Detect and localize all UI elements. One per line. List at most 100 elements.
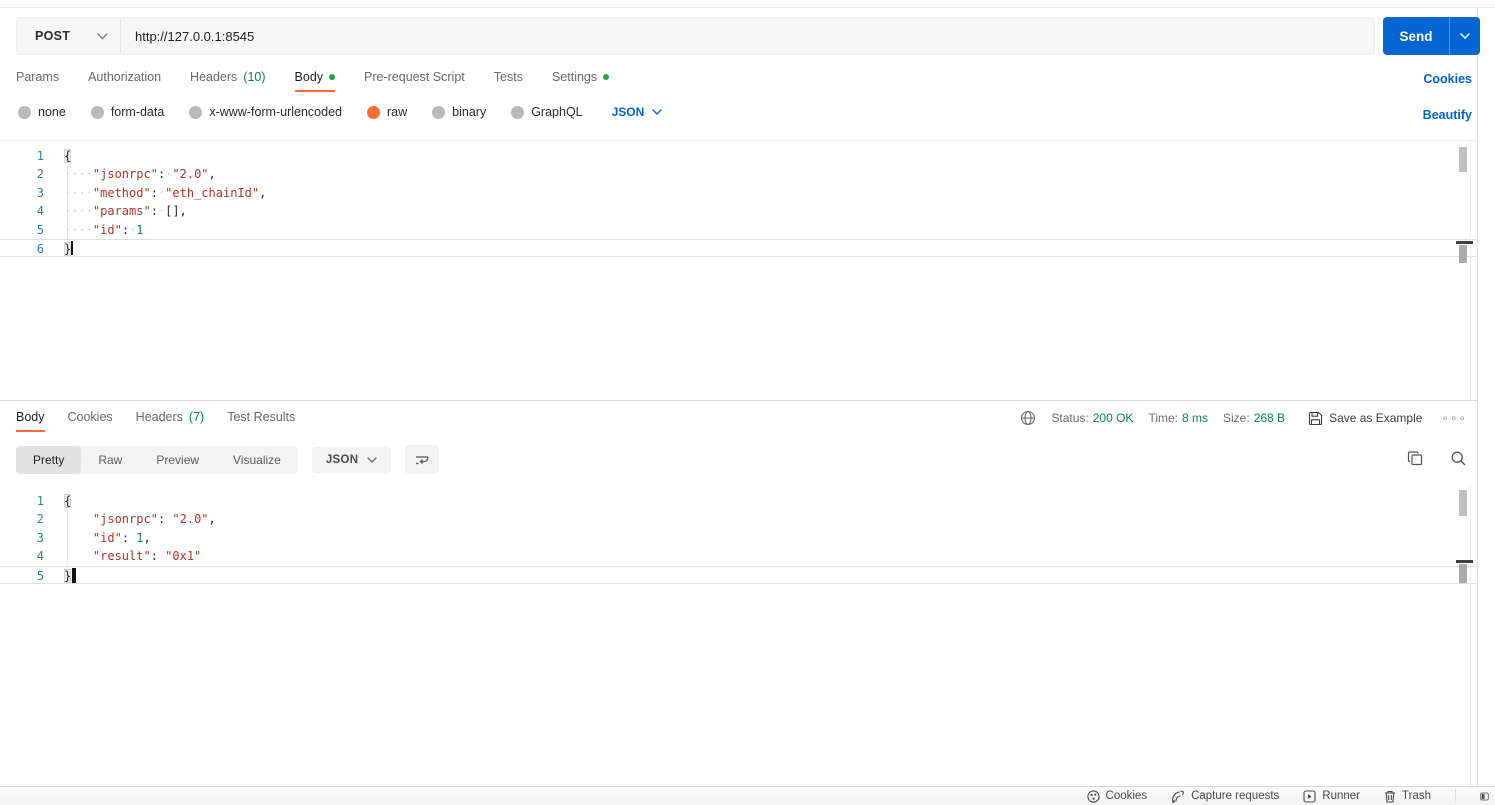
scrollbar-thumb[interactable] [1459, 147, 1467, 172]
code-line[interactable]: 5} [0, 565, 1477, 584]
tab-tests[interactable]: Tests [494, 70, 523, 92]
code-line[interactable]: 5 ····"id":·1 [0, 220, 1477, 240]
mode-none[interactable]: none [18, 105, 66, 119]
tab-test-results[interactable]: Test Results [227, 410, 295, 432]
view-raw[interactable]: Raw [81, 446, 139, 474]
globe-icon[interactable] [1020, 410, 1036, 426]
line-marker [1459, 564, 1467, 583]
save-as-example-button[interactable]: Save as Example [1308, 411, 1422, 426]
top-divider [0, 0, 1495, 8]
code-line[interactable]: 4 ····"params":·[], [0, 202, 1477, 221]
wrap-text-icon [414, 453, 430, 467]
code-line[interactable]: 2 ····"jsonrpc":·"2.0", [0, 165, 1477, 185]
postman-request-view: POST http://127.0.0.1:8545 Send Params A… [0, 0, 1495, 805]
save-icon [1308, 411, 1323, 426]
time-badge[interactable]: Time: 8 ms [1148, 411, 1208, 425]
line-marker [1459, 245, 1467, 263]
size-badge[interactable]: Size: 268 B [1223, 411, 1285, 425]
editor-edge [1470, 486, 1471, 786]
status-bar: Cookies Capture requests Runner Trash [0, 786, 1495, 805]
line-number: 2 [36, 512, 44, 527]
body-language-select[interactable]: JSON [612, 105, 663, 119]
response-meta: Status: 200 OK Time: 8 ms Size: 268 B Sa… [1020, 410, 1467, 426]
tab-settings[interactable]: Settings [552, 70, 610, 92]
status-badge[interactable]: Status: 200 OK [1051, 411, 1133, 425]
send-options-button[interactable] [1449, 17, 1480, 55]
cursor-marker [1456, 560, 1473, 563]
code-line[interactable]: 3 "id": 1, [0, 528, 1477, 548]
code-line[interactable]: 3 ····"method":·"eth_chainId", [0, 183, 1477, 203]
radio-icon [90, 105, 104, 119]
send-button[interactable]: Send [1383, 17, 1480, 55]
line-number: 4 [36, 204, 44, 219]
tab-response-headers[interactable]: Headers (7) [136, 410, 205, 432]
text-cursor [71, 240, 73, 255]
scrollbar-thumb[interactable] [1459, 490, 1467, 516]
radio-icon [511, 105, 525, 119]
response-view-controls: Pretty Raw Preview Visualize JSON [16, 445, 440, 474]
mode-graphql[interactable]: GraphQL [511, 105, 583, 119]
method-label: POST [35, 29, 71, 43]
response-view-tabs: Pretty Raw Preview Visualize [16, 445, 298, 474]
mode-raw[interactable]: raw [367, 105, 407, 119]
radio-icon [432, 105, 446, 119]
mode-binary[interactable]: binary [432, 105, 486, 119]
statusbar-divider [1455, 789, 1456, 803]
trash-button[interactable]: Trash [1384, 790, 1431, 803]
mode-x-www-form-urlencoded[interactable]: x-www-form-urlencoded [189, 105, 342, 119]
response-body-viewer[interactable]: 1{2 "jsonrpc": "2.0", 3 "id": 1, 4 "result… [0, 486, 1477, 786]
line-number: 5 [36, 222, 44, 237]
chevron-down-icon [1460, 33, 1470, 39]
tab-response-body[interactable]: Body [16, 410, 45, 432]
statusbar-cookies-button[interactable]: Cookies [1086, 789, 1147, 803]
copy-response-button[interactable] [1407, 450, 1424, 467]
clipped-panel-icon[interactable] [1480, 790, 1489, 803]
view-visualize[interactable]: Visualize [216, 446, 298, 474]
request-body-editor[interactable]: 1{2 ····"jsonrpc":·"2.0", 3 ····"method":·"… [0, 140, 1477, 400]
wrap-text-button[interactable] [405, 445, 440, 474]
url-bar: POST http://127.0.0.1:8545 [16, 17, 1375, 55]
runner-button[interactable]: Runner [1303, 789, 1360, 803]
chevron-down-icon [97, 32, 108, 40]
search-response-button[interactable] [1450, 450, 1467, 467]
method-select[interactable]: POST [17, 18, 121, 54]
text-cursor [72, 567, 77, 583]
capture-icon [1171, 789, 1185, 803]
line-number: 6 [36, 241, 44, 256]
send-button-label[interactable]: Send [1383, 17, 1449, 55]
request-tabs: Params Authorization Headers (10) Body Pr… [16, 70, 610, 92]
code-line[interactable]: 6} [0, 238, 1477, 258]
response-headers-count: (7) [188, 410, 205, 424]
modified-dot [329, 74, 336, 80]
cookie-icon [1086, 789, 1100, 803]
cookies-link[interactable]: Cookies [1423, 72, 1472, 86]
headers-count: (10) [243, 70, 266, 84]
radio-icon [189, 105, 203, 119]
more-options-button[interactable]: ∘∘∘ [1441, 411, 1467, 425]
line-number: 1 [36, 149, 44, 163]
tab-authorization[interactable]: Authorization [88, 70, 161, 92]
code-line[interactable]: 4 "result": "0x1" [0, 547, 1477, 566]
tab-pre-request-script[interactable]: Pre-request Script [364, 70, 465, 92]
capture-requests-button[interactable]: Capture requests [1171, 789, 1279, 803]
mode-form-data[interactable]: form-data [90, 105, 164, 119]
response-language-select[interactable]: JSON [311, 446, 392, 473]
tab-body[interactable]: Body [294, 70, 336, 92]
view-preview[interactable]: Preview [139, 446, 216, 474]
url-input[interactable]: http://127.0.0.1:8545 [121, 18, 1374, 54]
cursor-marker [1456, 241, 1473, 244]
line-number: 4 [36, 549, 44, 564]
code-line[interactable]: 1{ [0, 147, 1477, 165]
view-pretty[interactable]: Pretty [16, 445, 82, 474]
editor-edge [1470, 141, 1471, 400]
tab-params[interactable]: Params [16, 70, 59, 92]
modified-dot [603, 74, 610, 80]
radio-selected-icon [367, 105, 380, 119]
body-mode-row: none form-data x-www-form-urlencoded raw… [18, 105, 663, 119]
radio-icon [18, 105, 31, 119]
beautify-link[interactable]: Beautify [1423, 108, 1472, 122]
tab-headers[interactable]: Headers (10) [190, 70, 265, 92]
tab-response-cookies[interactable]: Cookies [68, 410, 113, 432]
code-line[interactable]: 1{ [0, 492, 1477, 510]
code-line[interactable]: 2 "jsonrpc": "2.0", [0, 510, 1477, 530]
